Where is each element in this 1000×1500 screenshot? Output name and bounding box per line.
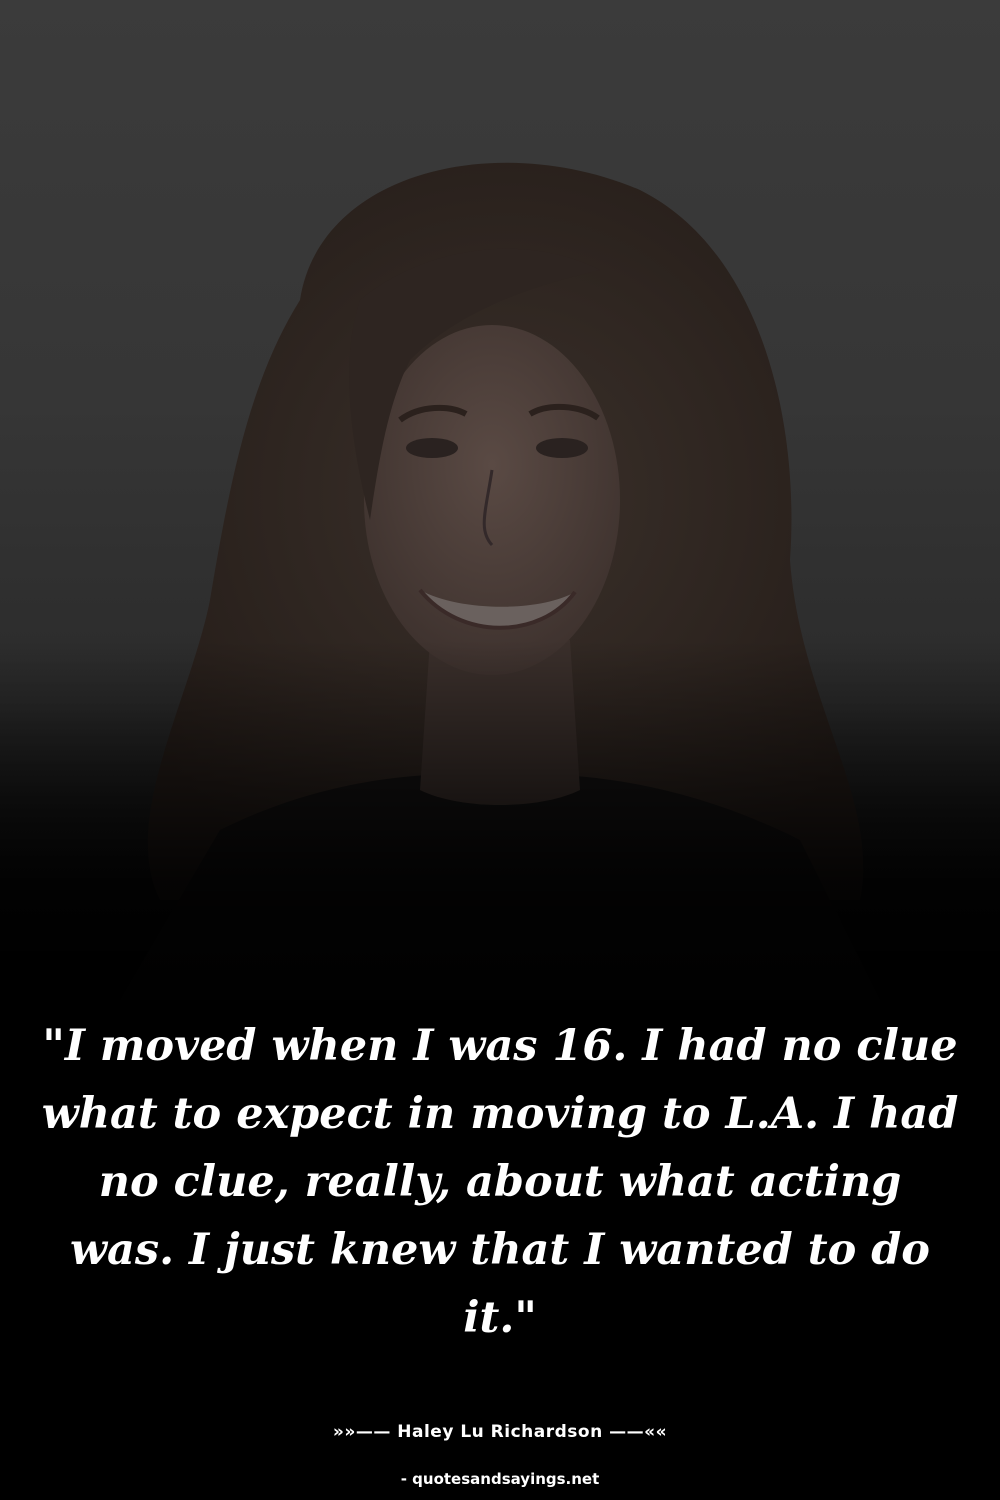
quote-card: "I moved when I was 16. I had no clue wh…: [0, 0, 1000, 1500]
author-attribution: »»—— Haley Lu Richardson ——««: [332, 1422, 668, 1442]
site-watermark: - quotesandsayings.net: [400, 1470, 600, 1488]
photo-fade-overlay: [0, 640, 1000, 1040]
quote-text: "I moved when I was 16. I had no clue wh…: [41, 1021, 959, 1343]
